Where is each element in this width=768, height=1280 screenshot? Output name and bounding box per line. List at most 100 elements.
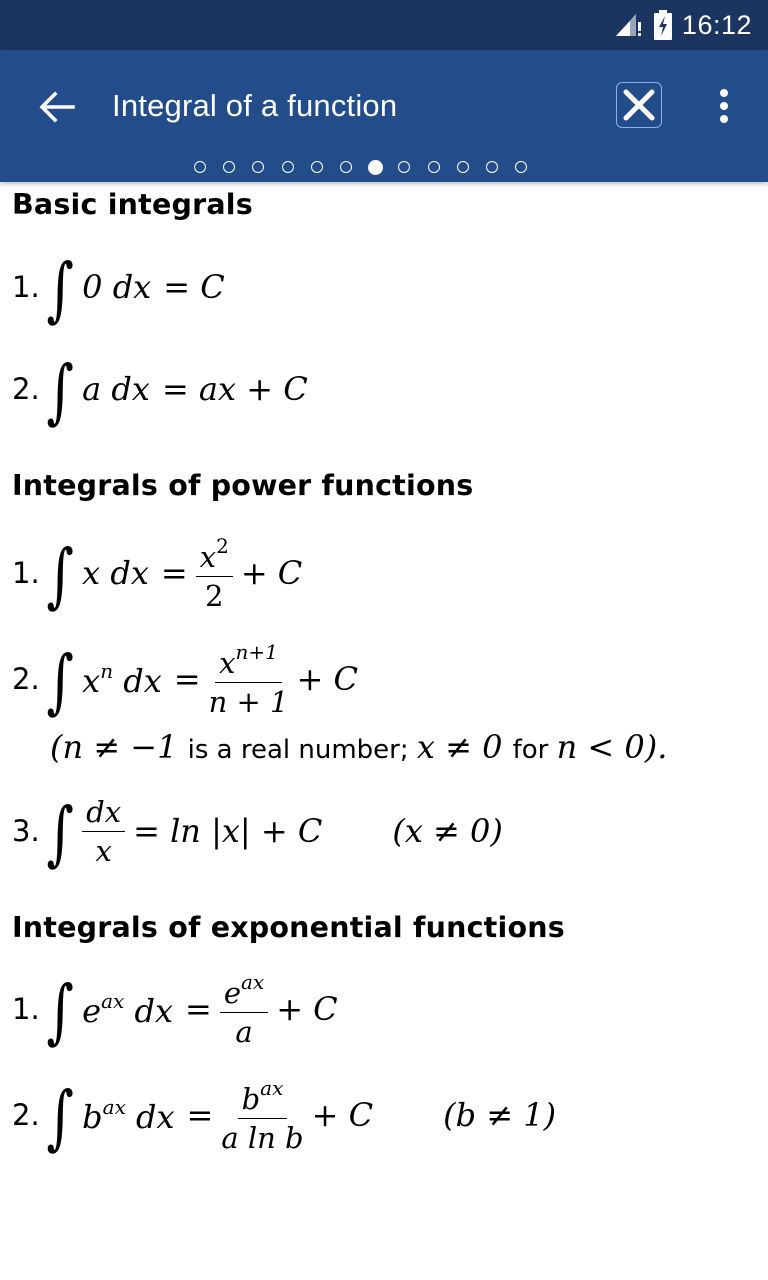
more-options-button[interactable] <box>706 84 742 128</box>
integrand-base: x <box>82 661 101 700</box>
result: = C <box>163 268 225 306</box>
page-dot-active[interactable] <box>367 159 383 175</box>
fraction: eax a <box>219 969 269 1049</box>
note-math: (n ≠ −1 <box>50 728 188 766</box>
integrand-base: b <box>82 1097 103 1136</box>
note-math: n < 0). <box>556 728 668 766</box>
fraction-numerator: xn+1 <box>215 640 282 683</box>
fraction-denominator: a ln b <box>221 1120 304 1155</box>
page-title: Integral of a function <box>112 88 398 123</box>
integral-sign: ∫ <box>46 1076 74 1158</box>
constant: + C <box>240 554 303 592</box>
equals: = <box>186 1096 214 1134</box>
battery-charging-icon <box>653 10 672 40</box>
integral-sign: ∫ <box>46 640 74 722</box>
more-vertical-icon-dot <box>720 115 728 123</box>
note-text: for <box>512 735 557 765</box>
page-dot[interactable] <box>398 161 411 173</box>
close-x-icon <box>623 89 655 121</box>
constant: + C <box>276 990 338 1028</box>
fraction-numerator: bax <box>237 1075 288 1119</box>
page-dot[interactable] <box>427 161 440 173</box>
fraction-denominator: x <box>95 833 112 868</box>
integrand-exponent: ax <box>102 1094 126 1119</box>
section-heading-power: Integrals of power functions <box>12 469 474 502</box>
integral-sign: ∫ <box>46 534 74 616</box>
page-dot[interactable] <box>223 161 236 173</box>
integrand-base: e <box>82 991 102 1030</box>
integrand: 0 dx <box>82 268 152 306</box>
formula-number: 2. <box>12 372 40 406</box>
integrand-differential: dx <box>124 991 173 1030</box>
condition: (x ≠ 0) <box>392 812 503 850</box>
numerator-base: x <box>199 539 217 574</box>
numerator-base: e <box>223 975 241 1010</box>
page-dot[interactable] <box>515 161 528 173</box>
integral-sign: ∫ <box>46 248 74 330</box>
page-dot[interactable] <box>194 161 206 173</box>
note-text: is a real number; <box>187 735 417 765</box>
integrand: x dx <box>82 554 149 592</box>
formula-number: 3. <box>12 814 40 848</box>
numerator-exponent: ax <box>260 1075 284 1100</box>
page-dot[interactable] <box>339 161 352 173</box>
formula-number: 1. <box>12 556 40 590</box>
numerator-exponent: 2 <box>216 533 229 558</box>
fraction: bax a ln b <box>221 1076 303 1155</box>
fraction-denominator: 2 <box>205 578 224 613</box>
equals: = <box>173 660 201 698</box>
signal-no-data-icon <box>615 14 641 36</box>
note-math: x ≠ 0 <box>416 728 513 766</box>
integral-sign: ∫ <box>46 792 74 874</box>
formula-row: 1. ∫ x dx = x2 2 + C <box>12 528 302 618</box>
formula-row: 1. ∫ 0 dx = C <box>12 242 225 332</box>
status-bar: 16:12 <box>0 0 768 50</box>
formula-number: 2. <box>12 662 40 696</box>
formula-note: (n ≠ −1 is a real number; x ≠ 0 for n < … <box>50 728 667 766</box>
clock: 16:12 <box>681 9 752 40</box>
page-dot[interactable] <box>310 161 323 173</box>
integrand: a dx <box>82 370 150 408</box>
page-dot[interactable] <box>281 161 294 173</box>
app-bar: Integral of a function <box>0 50 768 182</box>
back-button[interactable] <box>36 86 78 128</box>
result: = ax + C <box>161 370 308 408</box>
fraction: x2 2 <box>195 533 233 613</box>
page-dot[interactable] <box>485 161 498 173</box>
fraction-numerator: x2 <box>195 533 233 577</box>
result: = ln |x| + C <box>133 812 323 850</box>
integrand-exponent: ax <box>101 988 125 1013</box>
constant: + C <box>296 660 358 698</box>
formula-row: 2. ∫ xn dx = xn+1 n + 1 + C <box>12 634 358 724</box>
numerator-base: x <box>219 645 236 680</box>
page-dot[interactable] <box>252 161 265 173</box>
numerator-base: b <box>241 1081 261 1116</box>
arrow-left-icon <box>39 91 75 123</box>
status-icons: 16:12 <box>614 0 752 50</box>
formula-number: 1. <box>12 992 40 1026</box>
section-heading-exponential: Integrals of exponential functions <box>12 911 565 944</box>
integrand: xn dx <box>82 659 162 700</box>
fraction-numerator: dx <box>82 795 126 832</box>
formula-row: 2. ∫ bax dx = bax a ln b + C (b ≠ 1) <box>12 1070 556 1160</box>
page-indicator <box>194 159 528 175</box>
close-button[interactable] <box>616 82 662 128</box>
integrand-differential: dx <box>113 661 162 700</box>
equals: = <box>185 990 212 1028</box>
numerator-exponent: n+1 <box>235 639 278 664</box>
integrand-exponent: n <box>100 658 114 683</box>
page-dot[interactable] <box>456 161 469 173</box>
formula-row: 2. ∫ a dx = ax + C <box>12 344 308 434</box>
numerator-exponent: ax <box>240 969 265 994</box>
formula-number: 2. <box>12 1098 40 1132</box>
integral-sign: ∫ <box>46 350 74 432</box>
integrand: bax dx <box>82 1095 174 1136</box>
integrand-differential: dx <box>125 1097 175 1136</box>
fraction-numerator: eax <box>219 969 269 1013</box>
integrand: eax dx <box>82 989 173 1030</box>
integral-sign: ∫ <box>46 970 74 1052</box>
fraction-denominator: a <box>235 1014 253 1049</box>
constant: + C <box>311 1096 374 1134</box>
equals: = <box>160 554 188 592</box>
condition: (b ≠ 1) <box>443 1096 557 1134</box>
